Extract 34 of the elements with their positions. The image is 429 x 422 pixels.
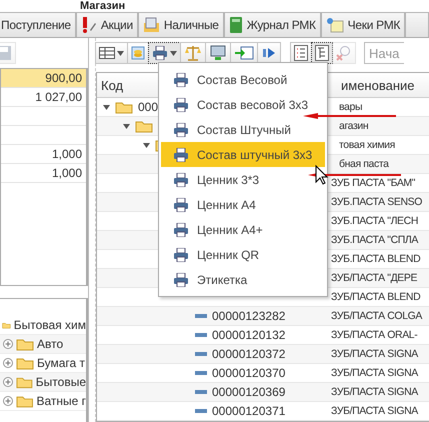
group-name: Бытовые	[36, 375, 86, 389]
window-title: Магазин	[80, 0, 126, 12]
item-code: 00000120370	[212, 366, 286, 380]
item-name: вары	[339, 101, 362, 113]
item-name: ЗУБ/ПАСТА BLEND	[331, 291, 420, 303]
group-name: Авто	[37, 337, 64, 351]
item-name: ЗУБ.ПАСТА BLEND	[331, 253, 420, 265]
group-name: Бытовая хим	[14, 318, 86, 332]
item-code: 00000123282	[212, 309, 286, 323]
item-code: 00000120372	[212, 347, 286, 361]
item-name: товая химия	[339, 139, 395, 151]
item-name: ЗУБ ПАСТА "БАМ"	[331, 177, 416, 189]
amount: 900,00	[45, 71, 82, 85]
amount: 1 027,00	[35, 90, 82, 104]
item-name: ЗУБ.ПАСТА SENSO	[331, 196, 422, 208]
item-name: агазин	[339, 120, 368, 132]
item-name: ЗУБ/ПАСТА SIGNA	[331, 348, 418, 360]
item-name: ЗУБ.ПАСТА "ЛЕСН	[331, 215, 418, 227]
item-name: ЗУБ.ПАСТА "СПЛА	[331, 234, 418, 246]
item-code: 000	[138, 100, 158, 114]
group-name: Ватные г	[36, 394, 86, 408]
item-name: ЗУБ/ПАСТА COLGA	[331, 310, 422, 322]
item-code: 00000120371	[212, 404, 286, 418]
item-name: ЗУБ/ПАСТА SIGNA	[331, 367, 418, 379]
amount: 1,000	[52, 147, 82, 161]
group-name: Бумага т	[37, 356, 86, 370]
item-name: ЗУБ/ПАСТА ORAL-	[331, 329, 418, 341]
item-name: ЗУБ/ПАСТА SIGNA	[331, 405, 418, 417]
amount: 1,000	[52, 166, 82, 180]
item-code: 00000120132	[212, 328, 286, 342]
item-name: бная паста	[339, 158, 389, 170]
item-name: ЗУБ/ПАСТА SIGNA	[331, 386, 418, 398]
item-name: ЗУБ/ПАСТА "ДЕРЕ	[331, 272, 418, 284]
item-code: 00000120369	[212, 385, 286, 399]
